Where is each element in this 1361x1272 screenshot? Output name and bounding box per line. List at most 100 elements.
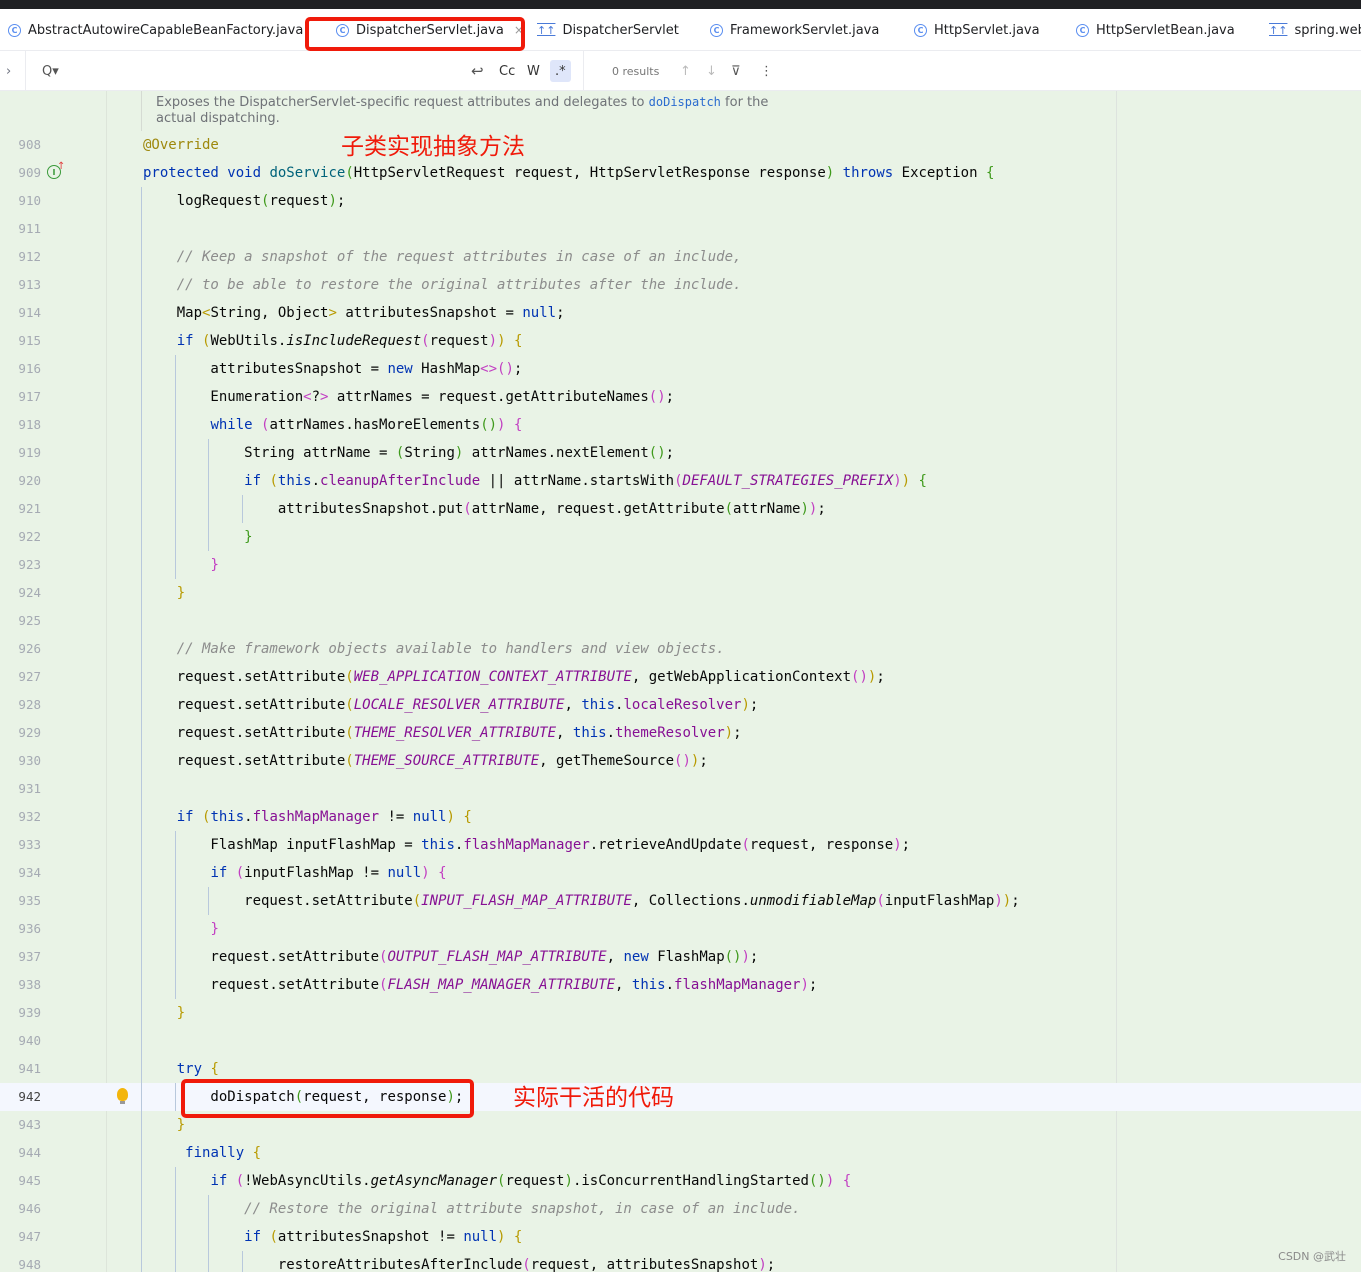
code-line[interactable]: 908 @Override	[0, 131, 1361, 159]
code-line[interactable]: 934 if (inputFlashMap != null) {	[0, 859, 1361, 887]
tab-dispatcher-servlet-structure[interactable]: ↑↑ DispatcherServlet	[537, 9, 679, 51]
code-line[interactable]: 915 if (WebUtils.isIncludeRequest(reques…	[0, 327, 1361, 355]
code-line[interactable]: 923 }	[0, 551, 1361, 579]
code-line[interactable]: 947 if (attributesSnapshot != null) {	[0, 1223, 1361, 1251]
line-number[interactable]: 927	[0, 669, 41, 684]
code-token: )	[825, 1173, 835, 1189]
new-line-icon[interactable]: ↩	[471, 51, 484, 91]
code-line[interactable]: 922 }	[0, 523, 1361, 551]
line-number[interactable]: 932	[0, 809, 41, 824]
line-number[interactable]: 937	[0, 949, 41, 964]
code-line[interactable]: 940	[0, 1027, 1361, 1055]
line-number[interactable]: 945	[0, 1173, 41, 1188]
line-number[interactable]: 947	[0, 1229, 41, 1244]
code-line[interactable]: 911	[0, 215, 1361, 243]
code-line[interactable]: 912 // Keep a snapshot of the request at…	[0, 243, 1361, 271]
code-line[interactable]: 939 }	[0, 999, 1361, 1027]
match-case-toggle[interactable]: Cc	[499, 51, 515, 91]
code-line[interactable]: 921 attributesSnapshot.put(attrName, req…	[0, 495, 1361, 523]
code-line[interactable]: 916 attributesSnapshot = new HashMap<>()…	[0, 355, 1361, 383]
code-line[interactable]: 937 request.setAttribute(OUTPUT_FLASH_MA…	[0, 943, 1361, 971]
line-number[interactable]: 940	[0, 1033, 41, 1048]
line-number[interactable]: 909	[0, 165, 41, 180]
line-number[interactable]: 931	[0, 781, 41, 796]
tab-http-servlet[interactable]: C HttpServlet.java	[914, 9, 1040, 51]
previous-occurrence-icon[interactable]: ↑	[680, 51, 691, 91]
code-line[interactable]: 945 if (!WebAsyncUtils.getAsyncManager(r…	[0, 1167, 1361, 1195]
line-number[interactable]: 912	[0, 249, 41, 264]
code-line[interactable]: 918 while (attrNames.hasMoreElements()) …	[0, 411, 1361, 439]
code-line[interactable]: 938 request.setAttribute(FLASH_MAP_MANAG…	[0, 971, 1361, 999]
code-line[interactable]: 910 logRequest(request);	[0, 187, 1361, 215]
code-line[interactable]: 944 finally {	[0, 1139, 1361, 1167]
line-number[interactable]: 941	[0, 1061, 41, 1076]
code-line[interactable]: 946 // Restore the original attribute sn…	[0, 1195, 1361, 1223]
search-icon[interactable]: Q▾	[42, 51, 59, 91]
regex-toggle[interactable]: .*	[550, 60, 571, 82]
next-occurrence-icon[interactable]: ↓	[706, 51, 717, 91]
line-number[interactable]: 938	[0, 977, 41, 992]
code-line[interactable]: 932 if (this.flashMapManager != null) {	[0, 803, 1361, 831]
line-number[interactable]: 923	[0, 557, 41, 572]
line-number[interactable]: 917	[0, 389, 41, 404]
lightbulb-icon[interactable]	[117, 1088, 128, 1104]
line-number[interactable]: 942	[0, 1089, 41, 1104]
line-number[interactable]: 915	[0, 333, 41, 348]
line-number[interactable]: 920	[0, 473, 41, 488]
line-number[interactable]: 926	[0, 641, 41, 656]
line-number[interactable]: 933	[0, 837, 41, 852]
line-number[interactable]: 944	[0, 1145, 41, 1160]
line-number[interactable]: 935	[0, 893, 41, 908]
code-line[interactable]: 928 request.setAttribute(LOCALE_RESOLVER…	[0, 691, 1361, 719]
code-line[interactable]: 935 request.setAttribute(INPUT_FLASH_MAP…	[0, 887, 1361, 915]
line-number[interactable]: 914	[0, 305, 41, 320]
line-number[interactable]: 921	[0, 501, 41, 516]
line-number[interactable]: 928	[0, 697, 41, 712]
line-number[interactable]: 919	[0, 445, 41, 460]
line-number[interactable]: 911	[0, 221, 41, 236]
code-line[interactable]: 920 if (this.cleanupAfterInclude || attr…	[0, 467, 1361, 495]
code-line[interactable]: 914 Map<String, Object> attributesSnapsh…	[0, 299, 1361, 327]
more-options-icon[interactable]: ⋮	[760, 51, 773, 91]
expand-chevron-icon[interactable]: ›	[6, 51, 11, 91]
line-number[interactable]: 946	[0, 1201, 41, 1216]
line-number[interactable]: 936	[0, 921, 41, 936]
line-number[interactable]: 910	[0, 193, 41, 208]
tab-framework-servlet[interactable]: C FrameworkServlet.java	[710, 9, 879, 51]
filter-icon[interactable]: ⊽	[731, 51, 741, 91]
line-number[interactable]: 908	[0, 137, 41, 152]
code-line[interactable]: 919 String attrName = (String) attrNames…	[0, 439, 1361, 467]
doc-link-dodispatch[interactable]: doDispatch	[649, 95, 721, 109]
code-line[interactable]: 926 // Make framework objects available …	[0, 635, 1361, 663]
tab-abstract-autowire[interactable]: C AbstractAutowireCapableBeanFactory.java	[8, 9, 303, 51]
line-number[interactable]: 943	[0, 1117, 41, 1132]
line-number[interactable]: 913	[0, 277, 41, 292]
code-line[interactable]: 930 request.setAttribute(THEME_SOURCE_AT…	[0, 747, 1361, 775]
line-number[interactable]: 925	[0, 613, 41, 628]
line-number[interactable]: 930	[0, 753, 41, 768]
code-line[interactable]: 913 // to be able to restore the origina…	[0, 271, 1361, 299]
line-number[interactable]: 918	[0, 417, 41, 432]
code-line[interactable]: 909 I ↑ protected void doService(HttpServle…	[0, 159, 1361, 187]
line-number[interactable]: 922	[0, 529, 41, 544]
tab-spring-webmvc[interactable]: ↑↑spring.webr	[1269, 9, 1361, 51]
code-line[interactable]: 927 request.setAttribute(WEB_APPLICATION…	[0, 663, 1361, 691]
code-line[interactable]: 929 request.setAttribute(THEME_RESOLVER_…	[0, 719, 1361, 747]
code-line[interactable]: 924 }	[0, 579, 1361, 607]
code-line[interactable]: 936 }	[0, 915, 1361, 943]
line-number[interactable]: 939	[0, 1005, 41, 1020]
words-toggle[interactable]: W	[527, 51, 540, 91]
code-line[interactable]: 917 Enumeration<?> attrNames = request.g…	[0, 383, 1361, 411]
line-number[interactable]: 924	[0, 585, 41, 600]
code-line[interactable]: 931	[0, 775, 1361, 803]
search-input[interactable]	[64, 59, 454, 83]
code-line[interactable]: 933 FlashMap inputFlashMap = this.flashM…	[0, 831, 1361, 859]
line-number[interactable]: 934	[0, 865, 41, 880]
tab-http-servlet-bean[interactable]: C HttpServletBean.java	[1076, 9, 1235, 51]
line-number[interactable]: 916	[0, 361, 41, 376]
line-number[interactable]: 948	[0, 1257, 41, 1272]
line-number[interactable]: 929	[0, 725, 41, 740]
code-line[interactable]: 948 restoreAttributesAfterInclude(reques…	[0, 1251, 1361, 1272]
code-line[interactable]: 925	[0, 607, 1361, 635]
